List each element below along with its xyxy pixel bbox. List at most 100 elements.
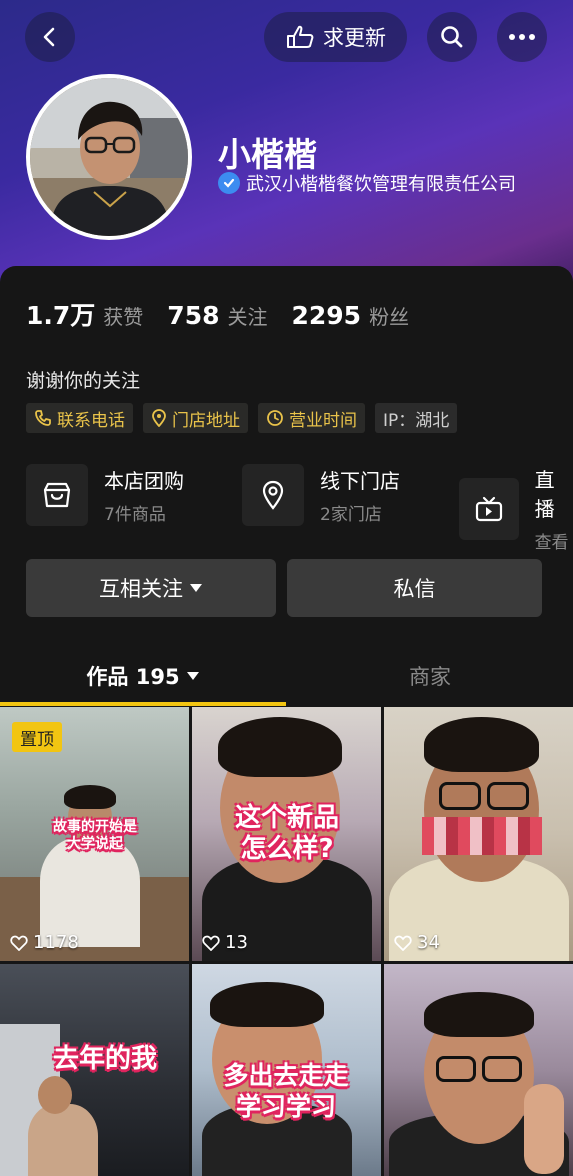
scene-hair xyxy=(424,717,539,772)
mutual-follow-label: 互相关注 xyxy=(99,577,183,601)
mutual-follow-button[interactable]: 互相关注 xyxy=(26,559,276,617)
scene-face xyxy=(38,1076,72,1114)
video-thumbnail[interactable]: 去年的我 xyxy=(0,964,189,1176)
stat-number: 1.7万 xyxy=(26,301,96,330)
content-tabs: 作品 195 商家 xyxy=(0,645,573,707)
scene-person xyxy=(28,1104,98,1176)
avatar[interactable] xyxy=(26,74,192,240)
stats-row: 1.7万 获赞 758 关注 2295 粉丝 xyxy=(26,296,409,332)
info-tags: 联系电话 门店地址 营业时间 IP：湖北 xyxy=(26,403,458,433)
request-update-button[interactable]: 求更新 xyxy=(264,12,407,62)
service-subtitle: 2家门店 xyxy=(320,505,382,525)
caption-line: 学习学习 xyxy=(235,1092,336,1121)
heart-icon xyxy=(10,935,28,951)
service-live[interactable]: 直播 查看 xyxy=(459,464,573,553)
tag-address[interactable]: 门店地址 xyxy=(143,403,248,433)
mosaic-blur xyxy=(422,817,542,855)
tab-works-label: 作品 195 xyxy=(86,665,180,689)
map-pin-icon xyxy=(242,464,304,526)
caption-line: 怎么样? xyxy=(240,834,334,864)
scene-hair xyxy=(64,785,116,809)
request-update-label: 求更新 xyxy=(323,26,386,50)
stat-likes[interactable]: 1.7万 获赞 xyxy=(26,296,143,332)
heart-icon xyxy=(202,935,220,951)
video-caption: 去年的我 xyxy=(30,1044,180,1074)
scene-hair xyxy=(424,992,534,1037)
likes-count: 1178 xyxy=(10,932,79,953)
service-group-buy[interactable]: 本店团购 7件商品 xyxy=(26,464,184,526)
nickname: 小楷楷 xyxy=(218,135,317,174)
service-subtitle: 7件商品 xyxy=(104,505,166,525)
scene-glasses xyxy=(439,782,481,810)
likes-number: 34 xyxy=(417,932,440,953)
scene-hair xyxy=(218,717,342,777)
more-button[interactable] xyxy=(497,12,547,62)
caption-line: 这个新品 xyxy=(234,803,339,833)
video-thumbnail[interactable]: 34 xyxy=(384,707,573,961)
service-title: 线下门店 xyxy=(320,469,400,493)
tag-label: 营业时间 xyxy=(289,410,357,431)
video-caption: 多出去走走 学习学习 xyxy=(196,1060,376,1122)
scene-glasses xyxy=(482,1056,522,1082)
services-row: 本店团购 7件商品 线下门店 2家门店 直播 查看 xyxy=(26,464,573,553)
tag-label: IP：湖北 xyxy=(383,410,450,431)
shop-bag-icon xyxy=(26,464,88,526)
tag-hours[interactable]: 营业时间 xyxy=(258,403,365,433)
back-button[interactable] xyxy=(25,12,75,62)
caret-down-icon xyxy=(186,672,199,680)
scene-glasses xyxy=(436,1056,476,1082)
scene-hand xyxy=(524,1084,564,1174)
tag-ip: IP：湖北 xyxy=(375,403,458,433)
video-thumbnail[interactable]: 多出去走走 学习学习 xyxy=(192,964,381,1176)
caption-line: 去年的我 xyxy=(52,1044,157,1074)
stat-number: 758 xyxy=(167,301,220,330)
caption-line: 故事的开始是 xyxy=(53,819,137,835)
scene-person xyxy=(40,837,140,947)
tv-icon xyxy=(459,477,519,540)
pinned-badge: 置顶 xyxy=(12,722,62,752)
verified-check-icon xyxy=(218,172,240,194)
tag-label: 门店地址 xyxy=(172,410,240,431)
stat-label: 粉丝 xyxy=(369,305,410,329)
verified-company: 武汉小楷楷餐饮管理有限责任公司 xyxy=(218,170,516,196)
video-caption: 故事的开始是 大学说起 xyxy=(40,819,150,853)
caption-line: 多出去走走 xyxy=(223,1061,349,1090)
bio-text: 谢谢你的关注 xyxy=(26,370,141,392)
video-grid: 置顶 故事的开始是 大学说起 1178 这个新品 怎么样? 13 34 去年的我… xyxy=(0,707,573,1176)
tab-merchant[interactable]: 商家 xyxy=(287,645,573,707)
service-subtitle: 查看 xyxy=(534,533,569,553)
heart-icon xyxy=(394,935,412,951)
stat-label: 获赞 xyxy=(103,305,144,329)
chevron-left-icon xyxy=(43,27,55,47)
stat-following[interactable]: 758 关注 xyxy=(167,301,267,330)
likes-number: 1178 xyxy=(33,932,79,953)
video-thumbnail[interactable]: 这个新品 怎么样? 13 xyxy=(192,707,381,961)
service-title: 本店团购 xyxy=(104,469,184,493)
tag-phone[interactable]: 联系电话 xyxy=(26,403,133,433)
service-title: 直播 xyxy=(534,468,555,521)
message-label: 私信 xyxy=(393,577,436,601)
active-tab-indicator xyxy=(0,702,286,706)
company-name: 武汉小楷楷餐饮管理有限责任公司 xyxy=(246,174,516,195)
tab-merchant-label: 商家 xyxy=(409,665,451,689)
message-button[interactable]: 私信 xyxy=(287,559,542,617)
likes-count: 34 xyxy=(394,932,440,953)
search-button[interactable] xyxy=(427,12,477,62)
video-caption: 这个新品 怎么样? xyxy=(202,803,372,865)
video-thumbnail[interactable] xyxy=(384,964,573,1176)
stat-followers[interactable]: 2295 粉丝 xyxy=(291,301,409,330)
stat-number: 2295 xyxy=(291,301,362,330)
video-thumbnail[interactable]: 置顶 故事的开始是 大学说起 1178 xyxy=(0,707,189,961)
search-icon xyxy=(441,26,463,48)
tag-label: 联系电话 xyxy=(57,410,125,431)
service-offline-store[interactable]: 线下门店 2家门店 xyxy=(242,464,400,526)
caption-line: 大学说起 xyxy=(67,836,123,852)
likes-number: 13 xyxy=(225,932,248,953)
scene-glasses xyxy=(487,782,529,810)
likes-count: 13 xyxy=(202,932,248,953)
stat-label: 关注 xyxy=(227,305,268,329)
tab-works[interactable]: 作品 195 xyxy=(0,645,286,707)
location-icon xyxy=(152,409,166,427)
scene-hair xyxy=(210,982,324,1027)
phone-icon xyxy=(35,410,51,426)
